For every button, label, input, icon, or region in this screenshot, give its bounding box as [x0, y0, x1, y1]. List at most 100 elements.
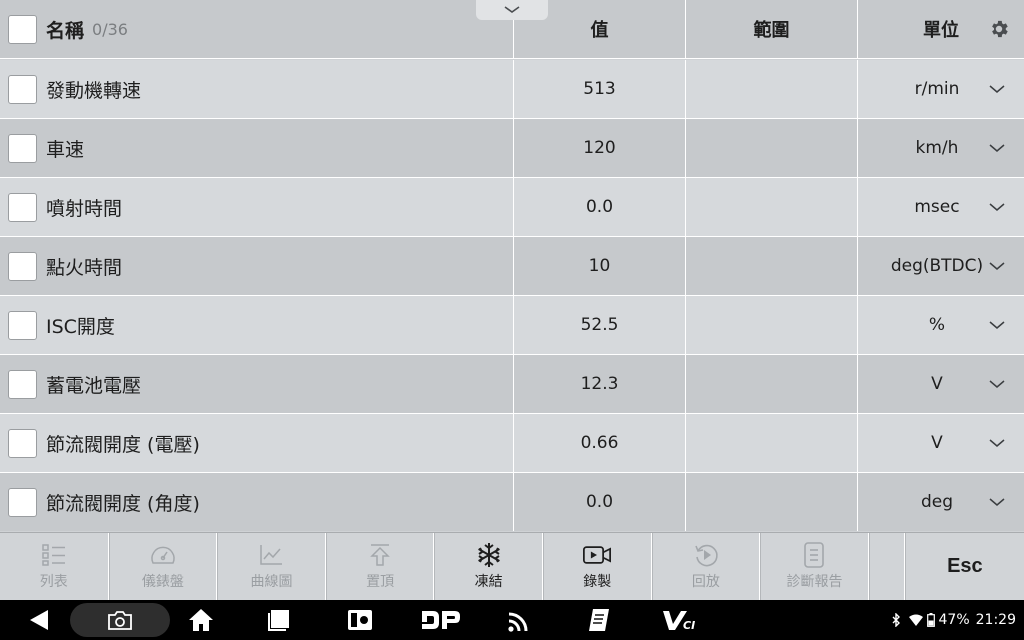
row-value-cell: 52.5: [514, 296, 686, 354]
parameter-value: 0.0: [585, 197, 614, 217]
unit-dropdown[interactable]: V: [858, 355, 1024, 413]
pin-top-icon: [370, 544, 390, 566]
table-row[interactable]: 噴射時間 0.0 msec: [0, 178, 1024, 237]
unit-dropdown[interactable]: msec: [858, 178, 1024, 236]
row-value-cell: 0.66: [514, 414, 686, 472]
row-name-cell: 節流閥開度 (電壓): [0, 414, 514, 472]
vci-logo-icon: CI: [663, 611, 695, 631]
graph-button[interactable]: 曲線圖: [217, 533, 326, 600]
notebook-icon: [589, 609, 609, 631]
system-navigation-bar: CI 47% 21:29: [0, 600, 1024, 640]
bluetooth-icon: [892, 613, 900, 627]
esc-label: Esc: [947, 555, 983, 577]
parameter-unit: V: [931, 374, 943, 394]
unit-dropdown[interactable]: %: [858, 296, 1024, 354]
settings-gear-icon[interactable]: [988, 18, 1010, 40]
recent-apps-button[interactable]: [264, 600, 294, 640]
pin-top-button[interactable]: 置頂: [325, 533, 435, 600]
manual-app-button[interactable]: [584, 600, 614, 640]
diagnostic-report-button[interactable]: 診斷報告: [760, 533, 869, 600]
row-range-cell: [686, 296, 858, 354]
unit-dropdown[interactable]: deg(BTDC): [858, 237, 1024, 295]
table-row[interactable]: 蓄電池電壓 12.3 V: [0, 355, 1024, 414]
row-checkbox[interactable]: [8, 369, 37, 399]
row-name-cell: 節流閥開度 (角度): [0, 473, 514, 531]
row-range-cell: [686, 119, 858, 177]
table-row[interactable]: 節流閥開度 (角度) 0.0 deg: [0, 473, 1024, 531]
header-range-cell: 範圍: [686, 0, 858, 58]
parameter-unit: V: [931, 433, 943, 453]
table-row[interactable]: ISC開度 52.5 %: [0, 296, 1024, 355]
playback-button[interactable]: 回放: [651, 533, 761, 600]
row-checkbox[interactable]: [8, 192, 37, 222]
chevron-down-icon: [989, 85, 1005, 93]
row-checkbox[interactable]: [8, 74, 37, 104]
table-row[interactable]: 點火時間 10 deg(BTDC): [0, 237, 1024, 296]
screenshot-button[interactable]: [104, 600, 136, 640]
pin-top-label: 置頂: [366, 574, 395, 590]
row-name-cell: 車速: [0, 119, 514, 177]
chevron-down-icon: [989, 498, 1005, 506]
header-name-cell: 名稱 0/36: [0, 0, 514, 58]
dp-app-button[interactable]: [420, 600, 462, 640]
table-row[interactable]: 車速 120 km/h: [0, 119, 1024, 178]
home-icon: [189, 609, 213, 631]
record-button[interactable]: 錄製: [542, 533, 652, 600]
wireless-app-button[interactable]: [504, 600, 534, 640]
unit-dropdown[interactable]: V: [858, 414, 1024, 472]
parameter-unit: deg: [920, 492, 954, 512]
image-app-icon: [348, 610, 372, 630]
row-checkbox[interactable]: [8, 310, 37, 340]
battery-percent: 47%: [938, 612, 970, 628]
dashboard-label: 儀錶盤: [141, 574, 184, 590]
wifi-signal-icon: [908, 614, 923, 626]
chevron-down-icon: [989, 262, 1005, 270]
report-icon: [804, 542, 825, 568]
chevron-down-icon: [989, 439, 1005, 447]
row-checkbox[interactable]: [8, 251, 37, 281]
row-name-cell: ISC開度: [0, 296, 514, 354]
row-value-cell: 0.0: [514, 178, 686, 236]
row-range-cell: [686, 473, 858, 531]
row-checkbox[interactable]: [8, 428, 37, 458]
unit-dropdown[interactable]: r/min: [858, 60, 1024, 118]
gauge-icon: [151, 546, 175, 564]
row-value-cell: 120: [514, 119, 686, 177]
dashboard-button[interactable]: 儀錶盤: [108, 533, 218, 600]
row-checkbox[interactable]: [8, 133, 37, 163]
parameter-value: 10: [588, 256, 611, 276]
parameter-name: 噴射時間: [46, 197, 123, 220]
vci-app-button[interactable]: CI: [660, 600, 700, 640]
parameter-unit: r/min: [914, 79, 960, 99]
record-label: 錄製: [583, 574, 612, 590]
list-view-button[interactable]: 列表: [0, 533, 109, 600]
parameter-name: 節流閥開度 (電壓): [46, 433, 200, 456]
unit-dropdown[interactable]: km/h: [858, 119, 1024, 177]
esc-button[interactable]: Esc: [904, 533, 1024, 600]
row-value-cell: 12.3: [514, 355, 686, 413]
pull-down-handle[interactable]: [476, 0, 548, 20]
table-row[interactable]: 節流閥開度 (電壓) 0.66 V: [0, 414, 1024, 473]
unit-dropdown[interactable]: deg: [858, 473, 1024, 531]
back-button[interactable]: [24, 600, 54, 640]
gallery-app-button[interactable]: [345, 600, 375, 640]
status-area: 47% 21:29: [891, 600, 1016, 640]
clock: 21:29: [975, 612, 1016, 628]
table-row[interactable]: 發動機轉速 513 r/min: [0, 60, 1024, 119]
select-all-checkbox[interactable]: [8, 14, 37, 44]
row-value-cell: 0.0: [514, 473, 686, 531]
parameter-unit: km/h: [915, 138, 959, 158]
freeze-button[interactable]: 凍結: [434, 533, 543, 600]
parameter-value: 52.5: [580, 315, 619, 335]
parameter-name: ISC開度: [46, 315, 115, 338]
row-name-cell: 發動機轉速: [0, 60, 514, 118]
row-name-cell: 點火時間: [0, 237, 514, 295]
report-label: 診斷報告: [786, 574, 843, 590]
parameter-value: 0.0: [585, 492, 614, 512]
row-checkbox[interactable]: [8, 487, 37, 517]
parameter-value: 120: [583, 138, 616, 158]
recent-apps-icon: [268, 610, 289, 631]
parameter-name: 蓄電池電壓: [46, 374, 142, 397]
home-button[interactable]: [186, 600, 216, 640]
row-range-cell: [686, 178, 858, 236]
